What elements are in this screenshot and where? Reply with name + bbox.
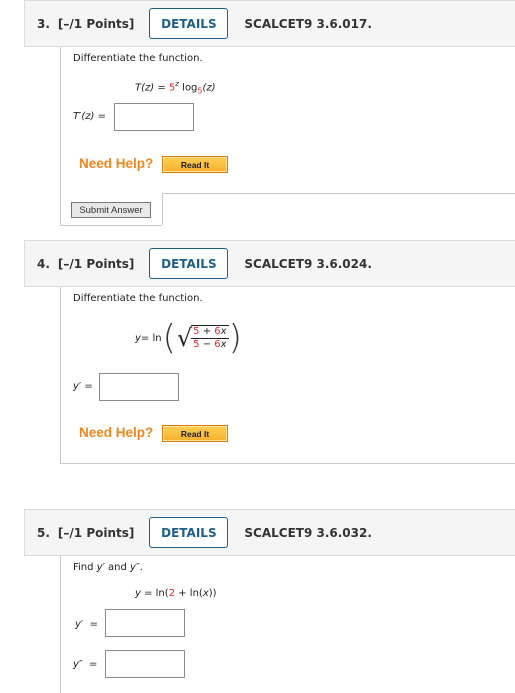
question-code: SCALCET9 3.6.017. [244,16,372,31]
answer-eq: = [84,381,93,392]
answer-label-text: y′ [75,619,84,630]
divider [60,225,162,226]
answer-label: y′ = [75,619,98,630]
num-var: x [220,326,227,337]
question-3-prompt: Differentiate the function. [73,53,203,64]
question-number: 4. [37,256,50,271]
details-button[interactable]: DETAILS [149,8,229,39]
question-4-left-border [60,287,61,463]
prompt-text: Find [73,562,97,573]
answer-eq: = [89,659,98,670]
question-5-prompt: Find y′ and y″. [73,562,143,573]
left-paren: ( [162,318,176,358]
question-points: [–/1 Points] [57,16,135,31]
question-3-header: 3. [–/1 Points] DETAILS SCALCET9 3.6.017… [24,0,515,47]
submit-answer-button[interactable]: Submit Answer [71,202,151,218]
question-code: SCALCET9 3.6.024. [244,256,372,271]
den-var: x [220,339,227,350]
question-4-header: 4. [–/1 Points] DETAILS SCALCET9 3.6.024… [24,240,515,287]
function-arg: (z) [202,82,216,94]
question-5-header: 5. [–/1 Points] DETAILS SCALCET9 3.6.032… [24,509,515,556]
question-4-prompt: Differentiate the function. [73,293,203,304]
prompt-text: and [104,562,131,573]
question-3-left-border [60,47,61,225]
question-points: [–/1 Points] [57,256,135,271]
prompt-text: . [139,562,143,573]
answer-input-y-double-prime[interactable] [105,650,185,678]
question-number: 3. [37,16,50,31]
function-log: log [178,82,198,94]
divider [60,463,515,464]
question-number: 5. [37,525,50,540]
function-eq: = ln [140,332,162,344]
answer-label: y″ = [73,659,97,670]
need-help-label: Need Help? [79,425,154,440]
prompt-y-double-prime: y″ [130,562,140,573]
answer-label: y′ = [73,381,93,392]
sqrt-icon: √ [176,324,193,352]
divider [162,193,515,194]
answer-eq: = [97,111,107,122]
right-paren: ) [228,318,242,358]
function-eq: = [154,82,169,94]
function-eq: = ln( [140,588,169,599]
question-5-left-border [60,556,61,693]
answer-input-y-prime[interactable] [105,609,185,637]
question-points: [–/1 Points] [57,525,135,540]
num-op: + [199,326,215,337]
answer-input-t-prime[interactable] [114,103,194,131]
question-code: SCALCET9 3.6.032. [244,525,372,540]
numerator: 5 + 6x [191,326,229,339]
function-close: )) [208,588,217,599]
divider [162,193,163,225]
details-button[interactable]: DETAILS [149,517,229,548]
details-button[interactable]: DETAILS [149,248,229,279]
function-rest: + ln( [175,588,203,599]
answer-input-y-prime[interactable] [99,373,179,401]
answer-label-text: T′(z) [73,111,95,122]
read-it-button[interactable]: Read It [162,156,228,173]
question-3-function: T(z) = 5z log5(z) [135,80,216,95]
denominator: 5 − 6x [191,339,228,351]
read-it-button[interactable]: Read It [162,425,228,442]
prompt-y-prime: y′ [96,562,105,573]
answer-label-text: y″ [73,659,83,670]
question-4-function: y = ln ( √ 5 + 6x 5 − 6x ) [135,318,242,358]
fraction: 5 + 6x 5 − 6x [191,325,229,351]
answer-label: T′(z) = [73,111,106,122]
answer-eq: = [89,619,98,630]
need-help-label: Need Help? [79,156,154,171]
answer-label-text: y′ [73,381,82,392]
function-lhs: T(z) [135,82,155,94]
question-5-function: y = ln(2 + ln(x)) [135,588,217,599]
den-op: − [199,339,215,350]
